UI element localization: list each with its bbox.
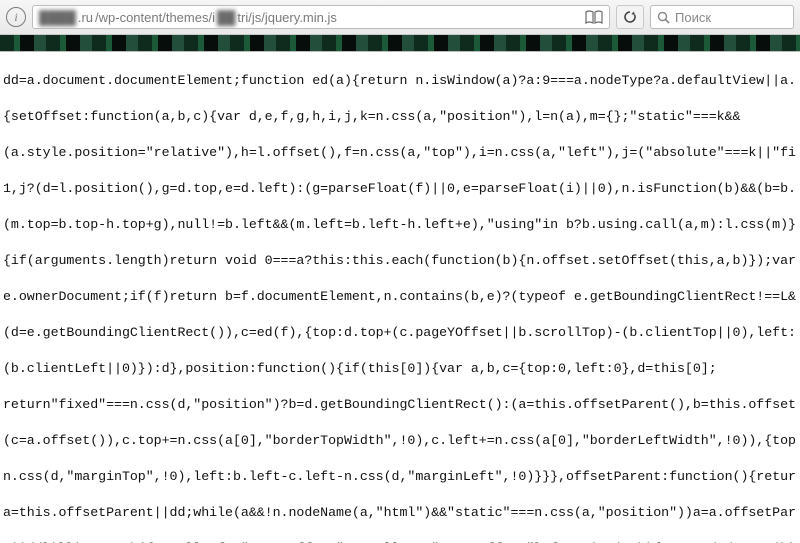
reader-mode-icon[interactable] <box>585 10 603 24</box>
url-tld: .ru <box>78 10 93 25</box>
code-line: n.css(d,"marginTop",!0),left:b.left-c.le… <box>3 468 796 486</box>
code-line: return"fixed"===n.css(d,"position")?b=d.… <box>3 396 796 414</box>
search-box[interactable]: Поиск <box>650 5 794 29</box>
url-path-b: tri/js/jquery.min.js <box>237 10 336 25</box>
address-bar[interactable]: ████ .ru /wp-content/themes/i ██ tri/js/… <box>32 5 610 29</box>
reload-button[interactable] <box>616 5 644 29</box>
code-line: {setOffset:function(a,b,c){var d,e,f,g,h… <box>3 108 796 126</box>
browser-toolbar: i ████ .ru /wp-content/themes/i ██ tri/j… <box>0 0 800 35</box>
code-line: 1,j?(d=l.position(),g=d.top,e=d.left):(g… <box>3 180 796 198</box>
info-glyph: i <box>14 10 17 25</box>
url-path-a: /wp-content/themes/i <box>95 10 215 25</box>
url-domain-blur: ████ <box>39 10 76 25</box>
code-line: a=this.offsetParent||dd;while(a&&!n.node… <box>3 504 796 522</box>
code-line: dd=a.document.documentElement;function e… <box>3 72 796 90</box>
source-code-view: dd=a.document.documentElement;function e… <box>0 52 800 543</box>
code-line: (m.top=b.top-h.top+g),null!=b.left&&(m.l… <box>3 216 796 234</box>
code-line: (b.clientLeft||0)}):d},position:function… <box>3 360 796 378</box>
code-line: e.ownerDocument;if(f)return b=f.document… <box>3 288 796 306</box>
code-line: (c=a.offset()),c.top+=n.css(a[0],"border… <box>3 432 796 450</box>
search-icon <box>657 11 670 24</box>
search-placeholder: Поиск <box>675 10 711 25</box>
reload-icon <box>623 10 637 24</box>
code-line: (a.style.position="relative"),h=l.offset… <box>3 144 796 162</box>
code-line: (d=e.getBoundingClientRect()),c=ed(f),{t… <box>3 324 796 342</box>
site-info-icon[interactable]: i <box>6 7 26 27</box>
tab-strip <box>0 35 800 52</box>
code-line: {if(arguments.length)return void 0===a?t… <box>3 252 796 270</box>
url-theme-blur: ██ <box>217 10 235 25</box>
